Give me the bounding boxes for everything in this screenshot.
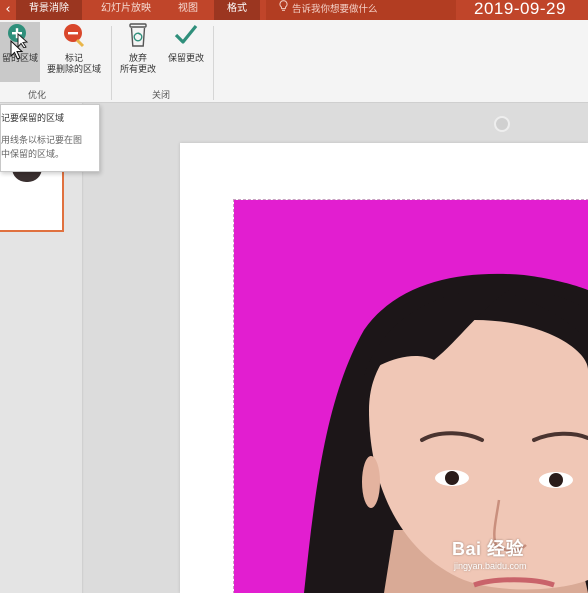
checkmark-icon — [162, 22, 210, 52]
slide-thumbnail[interactable] — [0, 166, 64, 232]
remove-button-line1: 标记 — [64, 54, 83, 64]
baidu-watermark: Bai 经验 jingyan.baidu.com — [452, 535, 527, 571]
ribbon-tab-bar: ‹ 背景消除 幻灯片放映 视图 格式 告诉我你想要做什么 2019-09-29 — [0, 0, 588, 20]
back-arrow-icon[interactable]: ‹ — [0, 0, 16, 20]
tab-slideshow[interactable]: 幻灯片放映 — [90, 0, 162, 20]
tooltip-line2: 中保留的区域。 — [1, 150, 65, 160]
mark-areas-to-remove-button[interactable]: 标记 要删除的区域 — [42, 22, 106, 76]
group-separator — [213, 26, 214, 100]
tab-view[interactable]: 视图 — [168, 0, 208, 20]
discard-button-line2: 所有更改 — [119, 65, 156, 75]
tab-background-removal[interactable]: 背景消除 — [16, 0, 82, 20]
tell-me-text: 告诉我你想要做什么 — [292, 4, 378, 15]
watermark-main: Bai 经验 — [452, 539, 525, 559]
trash-icon — [116, 22, 160, 52]
rotate-handle[interactable] — [494, 116, 510, 132]
portrait-photo[interactable] — [233, 199, 588, 593]
keep-changes-button[interactable]: 保留更改 — [162, 22, 210, 65]
discard-button-line1: 放弃 — [128, 54, 147, 64]
watermark-sub: jingyan.baidu.com — [454, 561, 527, 571]
tab-format[interactable]: 格式 — [214, 0, 260, 20]
date-overlay: 2019-09-29 — [474, 0, 566, 18]
tell-me-search[interactable]: 告诉我你想要做什么 — [266, 0, 456, 20]
ribbon-panel: 留的区域 标记 要删除的区域 放弃 所有更改 保留更改 优化 关闭 — [0, 20, 588, 103]
remove-button-line2: 要删除的区域 — [46, 65, 101, 75]
keep-changes-label: 保留更改 — [167, 54, 204, 64]
tooltip-line1: 用线条以标记要在图 — [1, 136, 83, 146]
tooltip: 记要保留的区域 用线条以标记要在图 中保留的区域。 — [0, 104, 100, 172]
minus-pencil-icon — [42, 22, 106, 52]
mouse-cursor-icon — [10, 39, 24, 64]
group-label-close: 关闭 — [152, 91, 171, 101]
group-label-optimize: 优化 — [28, 91, 47, 101]
group-separator — [111, 26, 112, 100]
discard-all-changes-button[interactable]: 放弃 所有更改 — [116, 22, 160, 76]
tooltip-title: 记要保留的区域 — [1, 114, 65, 124]
portrait-illustration — [304, 273, 588, 593]
lightbulb-icon — [276, 0, 290, 19]
